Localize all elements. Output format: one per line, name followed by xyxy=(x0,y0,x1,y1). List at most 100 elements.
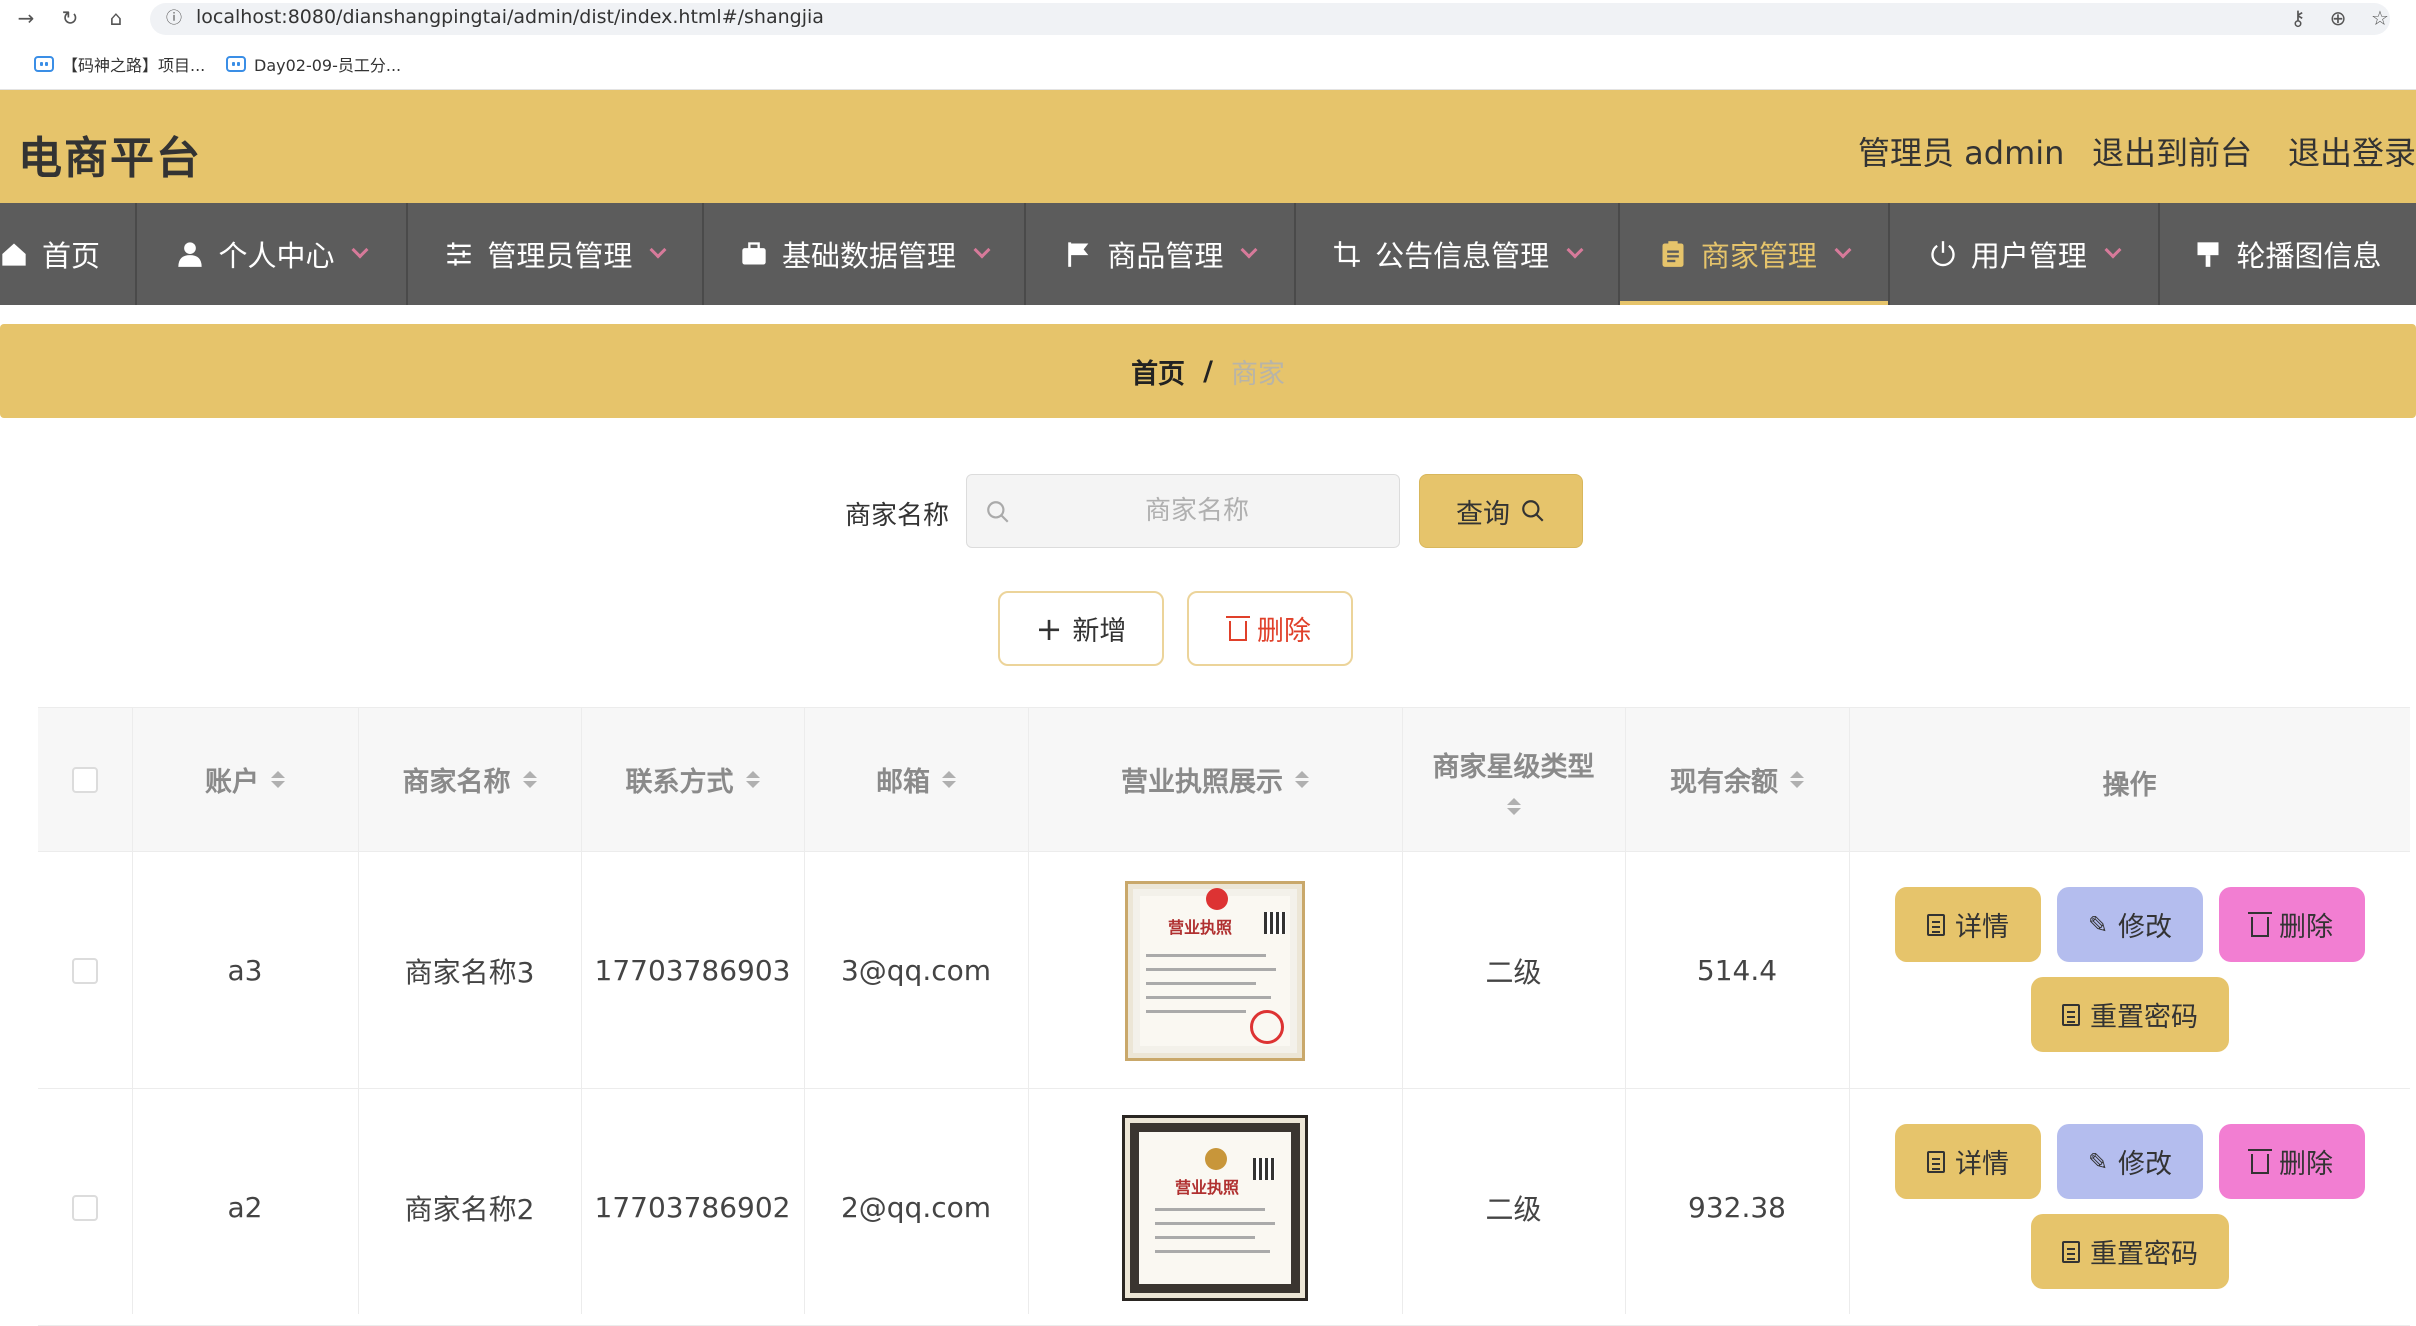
app-title: 电商平台 xyxy=(18,133,202,184)
cell-license: 营业执照 xyxy=(1028,1089,1402,1326)
nav-item-notice[interactable]: 公告信息管理 xyxy=(1296,203,1620,305)
pencil-icon: ✎ xyxy=(2087,1147,2109,1176)
trash-icon xyxy=(1226,615,1250,641)
chevron-down-icon xyxy=(1834,241,1852,259)
info-icon[interactable]: ⓘ xyxy=(162,6,186,30)
license-image[interactable]: 营业执照 xyxy=(1125,880,1305,1061)
document-icon xyxy=(2062,1240,2080,1263)
cell-name: 商家名称3 xyxy=(404,955,535,989)
delete-button[interactable]: 删除 xyxy=(2219,1124,2365,1199)
table-row: a2 商家名称2 17703786902 2@qq.com 营业执照 二级 93… xyxy=(38,1089,2410,1326)
sort-icon[interactable] xyxy=(522,771,537,788)
add-button[interactable]: + 新增 xyxy=(998,591,1164,666)
table-row: a3 商家名称3 17703786903 3@qq.com 营业执照 二级 51… xyxy=(38,852,2410,1089)
search-icon xyxy=(1522,500,1544,522)
sort-icon[interactable] xyxy=(1506,797,1521,815)
zoom-icon[interactable]: ⊕ xyxy=(2326,6,2350,30)
home-icon xyxy=(2,243,26,266)
header-phone[interactable]: 联系方式 xyxy=(581,707,804,852)
cell-balance: 514.4 xyxy=(1696,954,1778,987)
header-name[interactable]: 商家名称 xyxy=(358,707,581,852)
sort-icon[interactable] xyxy=(1295,771,1309,788)
briefcase-icon xyxy=(742,242,766,265)
header-ops: 操作 xyxy=(2102,770,2157,801)
cell-star: 二级 xyxy=(1485,955,1542,989)
cell-balance: 932.38 xyxy=(1688,1191,1786,1224)
home-icon[interactable]: ⌂ xyxy=(104,6,128,30)
power-icon xyxy=(1931,241,1955,267)
user-icon xyxy=(178,242,203,267)
select-all-cell xyxy=(38,707,132,852)
row-checkbox[interactable] xyxy=(72,1194,98,1221)
cell-star: 二级 xyxy=(1485,1192,1542,1226)
breadcrumb-separator: / xyxy=(1203,355,1213,387)
browser-toolbar: → ↻ ⌂ ⓘ localhost:8080/dianshangpingtai/… xyxy=(0,0,2416,38)
back-icon[interactable]: → xyxy=(14,6,38,30)
nav-item-admin[interactable]: 管理员管理 xyxy=(408,203,704,305)
to-frontend-link[interactable]: 退出到前台 xyxy=(2092,128,2252,174)
logout-link[interactable]: 退出登录 xyxy=(2288,128,2416,174)
sort-icon[interactable] xyxy=(1790,771,1804,788)
sort-icon[interactable] xyxy=(745,771,760,788)
star-icon[interactable]: ☆ xyxy=(2368,6,2392,30)
breadcrumb-home[interactable]: 首页 xyxy=(1131,352,1185,391)
bookmark-item[interactable]: Day02-09-员工分... xyxy=(226,52,401,76)
chevron-down-icon xyxy=(1566,241,1584,259)
cell-email: 3@qq.com xyxy=(840,954,992,987)
cell-phone: 17703786902 xyxy=(594,1191,791,1224)
chevron-down-icon xyxy=(1240,241,1258,259)
main-nav: 首页 个人中心 管理员管理 基础数据管理 商品管理 公告信息管理 商家管理 用户… xyxy=(0,203,2416,305)
search-field[interactable] xyxy=(966,474,1400,548)
edit-button[interactable]: ✎ 修改 xyxy=(2057,887,2203,962)
cell-email: 2@qq.com xyxy=(840,1191,992,1224)
admin-label: 管理员 admin xyxy=(1858,134,2065,172)
search-button[interactable]: 查询 xyxy=(1419,474,1583,548)
cell-phone: 17703786903 xyxy=(594,954,791,987)
trash-icon xyxy=(2248,1148,2272,1174)
merchant-table: 账户 商家名称 联系方式 邮箱 营业执照展示 商家星级类型 现有余额 操作 a3… xyxy=(38,707,2410,1326)
search-input[interactable] xyxy=(1017,475,1377,547)
detail-button[interactable]: 详情 xyxy=(1895,1124,2041,1199)
trash-icon xyxy=(2248,911,2272,937)
header-email[interactable]: 邮箱 xyxy=(804,707,1028,852)
reload-icon[interactable]: ↻ xyxy=(58,6,82,30)
document-icon xyxy=(1927,1150,1945,1173)
sort-icon[interactable] xyxy=(271,771,285,788)
reset-password-button[interactable]: 重置密码 xyxy=(2031,1214,2229,1289)
chevron-down-icon xyxy=(649,241,667,259)
chevron-down-icon xyxy=(2104,241,2122,259)
breadcrumb: 首页 / 商家 xyxy=(0,324,2416,418)
header-balance[interactable]: 现有余额 xyxy=(1625,707,1849,852)
header-account[interactable]: 账户 xyxy=(132,707,358,852)
nav-item-basic-data[interactable]: 基础数据管理 xyxy=(704,203,1027,305)
nav-item-merchant[interactable]: 商家管理 xyxy=(1619,203,1890,305)
bilibili-icon xyxy=(226,56,246,72)
bookmark-item[interactable]: 【码神之路】项目... xyxy=(34,52,205,76)
row-checkbox[interactable] xyxy=(72,957,98,984)
detail-button[interactable]: 详情 xyxy=(1895,887,2041,962)
search-label: 商家名称 xyxy=(845,501,950,531)
sliders-icon xyxy=(447,242,472,266)
edit-button[interactable]: ✎ 修改 xyxy=(2057,1124,2203,1199)
nav-item-user[interactable]: 用户管理 xyxy=(1890,203,2160,305)
key-icon[interactable]: ⚷ xyxy=(2286,6,2310,30)
cell-account: a2 xyxy=(227,1191,263,1224)
flag-icon xyxy=(1068,242,1089,267)
select-all-checkbox[interactable] xyxy=(72,766,98,793)
header-license[interactable]: 营业执照展示 xyxy=(1028,707,1402,852)
document-icon xyxy=(2062,1003,2080,1026)
nav-item-home[interactable]: 首页 xyxy=(0,203,137,305)
url-text[interactable]: localhost:8080/dianshangpingtai/admin/di… xyxy=(196,6,824,28)
nav-item-carousel[interactable]: 轮播图信息 xyxy=(2160,203,2416,305)
crop-icon xyxy=(1334,241,1360,267)
delete-button[interactable]: 删除 xyxy=(2219,887,2365,962)
reset-password-button[interactable]: 重置密码 xyxy=(2031,977,2229,1052)
header-star[interactable]: 商家星级类型 xyxy=(1402,707,1625,852)
app-header: 电商平台 管理员 admin 退出到前台 退出登录 xyxy=(0,90,2416,203)
license-image[interactable]: 营业执照 xyxy=(1122,1114,1308,1301)
batch-delete-button[interactable]: 删除 xyxy=(1187,591,1353,666)
nav-item-profile[interactable]: 个人中心 xyxy=(137,203,408,305)
chevron-down-icon xyxy=(351,241,369,259)
nav-item-goods[interactable]: 商品管理 xyxy=(1026,203,1297,305)
sort-icon[interactable] xyxy=(942,771,956,788)
